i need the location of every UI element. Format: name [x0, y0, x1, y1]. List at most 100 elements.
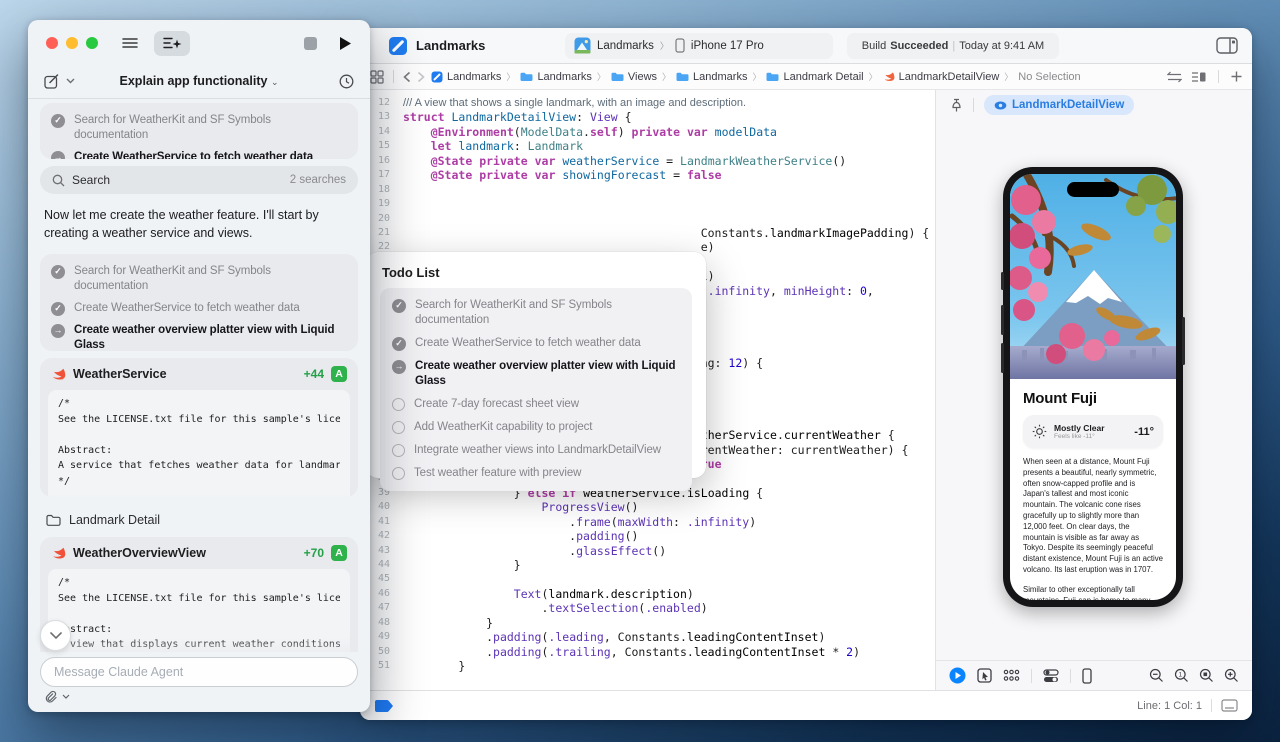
prompt-row: Explain app functionality ⌄: [28, 66, 370, 96]
code-line[interactable]: 45: [360, 572, 935, 586]
preview-device-button[interactable]: [1082, 668, 1092, 684]
code-line[interactable]: 20: [360, 212, 935, 226]
zoom-window-button[interactable]: [86, 37, 98, 49]
editing-mode-icon[interactable]: [1221, 699, 1238, 712]
todo-item[interactable]: Create WeatherService to fetch weather d…: [51, 301, 347, 316]
inspector-toggle-button[interactable]: [1216, 37, 1238, 54]
code-text: ProgressView(): [403, 500, 638, 514]
code-line[interactable]: 13struct LandmarkDetailView: View {: [360, 110, 935, 124]
code-text: @State private var weatherService = Land…: [403, 154, 846, 168]
code-line[interactable]: 49 .padding(.leading, Constants.leadingC…: [360, 630, 935, 644]
breadcrumb-item[interactable]: Landmarks: [520, 71, 591, 83]
search-tool-row[interactable]: Search 2 searches: [40, 166, 358, 194]
code-line[interactable]: 48 }: [360, 616, 935, 630]
device-settings-button[interactable]: [1043, 669, 1059, 683]
todo-item[interactable]: Create WeatherService to fetch weather d…: [51, 150, 347, 159]
stop-button[interactable]: [304, 37, 317, 50]
session-title-dropdown[interactable]: Explain app functionality ⌄: [28, 74, 370, 88]
zoom-in-button[interactable]: [1224, 668, 1239, 683]
todo-item[interactable]: Create 7-day forecast sheet view: [392, 397, 680, 412]
code-line[interactable]: 18: [360, 183, 935, 197]
code-line[interactable]: 42 .padding(): [360, 529, 935, 543]
agent-mode-button[interactable]: [154, 31, 190, 56]
file-group-row[interactable]: Landmark Detail: [46, 513, 160, 527]
add-editor-icon[interactable]: [1231, 71, 1242, 82]
run-button[interactable]: [339, 36, 352, 51]
code-line[interactable]: 15 let landmark: Landmark: [360, 139, 935, 153]
variants-button[interactable]: [1003, 669, 1020, 682]
folder-icon: [676, 72, 689, 82]
phone-volume-up-button: [1001, 305, 1004, 335]
zoom-fit-button[interactable]: [1199, 668, 1214, 683]
code-line[interactable]: 12/// A view that shows a single landmar…: [360, 96, 935, 110]
breadcrumb-item[interactable]: Landmarks: [431, 71, 501, 83]
todo-item[interactable]: Search for WeatherKit and SF Symbols doc…: [51, 264, 347, 294]
code-line[interactable]: 21 Constants.landmarkImagePadding) {: [360, 226, 935, 240]
breadcrumb-item[interactable]: LandmarkDetailView: [883, 71, 1000, 83]
breadcrumb-item[interactable]: Landmark Detail: [766, 71, 863, 83]
scheme-device[interactable]: iPhone 17 Pro: [691, 40, 764, 52]
code-line[interactable]: 47 .textSelection(.enabled): [360, 601, 935, 615]
agent-conversation[interactable]: Search for WeatherKit and SF Symbols doc…: [28, 97, 370, 652]
breadcrumb-item[interactable]: Views: [611, 71, 657, 83]
forward-button[interactable]: [417, 71, 425, 83]
todo-item[interactable]: Test weather feature with preview: [392, 466, 680, 481]
code-line[interactable]: 46 Text(landmark.description): [360, 587, 935, 601]
scheme-target[interactable]: Landmarks: [597, 40, 654, 52]
code-line[interactable]: 19: [360, 197, 935, 211]
run-destination-icon: [675, 38, 685, 53]
paperclip-icon[interactable]: [44, 689, 58, 704]
todo-item[interactable]: Create weather overview platter view wit…: [51, 323, 347, 351]
preview-tab[interactable]: LandmarkDetailView: [984, 95, 1134, 115]
todo-item[interactable]: Create weather overview platter view wit…: [392, 359, 680, 389]
file-change-card[interactable]: WeatherService +44 A /*See the LICENSE.t…: [40, 358, 358, 497]
breadcrumb-item[interactable]: No Selection: [1018, 71, 1080, 83]
breadcrumb-item[interactable]: Landmarks: [676, 71, 747, 83]
message-input[interactable]: [40, 657, 358, 687]
iphone-preview[interactable]: Mount Fuji Mostly Clear Feels like -11° …: [1003, 167, 1183, 607]
breadcrumb-separator: 〉: [506, 70, 515, 83]
selectable-mode-button[interactable]: [977, 668, 992, 683]
activity-viewer[interactable]: Build Succeeded | Today at 9:41 AM: [847, 33, 1059, 59]
todo-item[interactable]: Create WeatherService to fetch weather d…: [392, 336, 680, 351]
code-line[interactable]: 40 ProgressView(): [360, 500, 935, 514]
todo-state-icon: [51, 265, 65, 279]
todo-item[interactable]: Integrate weather views into LandmarkDet…: [392, 443, 680, 458]
weather-platter[interactable]: Mostly Clear Feels like -11° -11°: [1023, 415, 1163, 448]
scheme-selector[interactable]: Landmarks 〉 iPhone 17 Pro: [565, 33, 833, 59]
code-line[interactable]: 41 .frame(maxWidth: .infinity): [360, 515, 935, 529]
source-editor[interactable]: 12/// A view that shows a single landmar…: [360, 90, 935, 690]
scroll-to-bottom-button[interactable]: [40, 620, 71, 651]
back-button[interactable]: [403, 71, 411, 83]
related-items-icon[interactable]: [370, 70, 384, 84]
live-preview-button[interactable]: [949, 667, 966, 684]
todo-item[interactable]: Search for WeatherKit and SF Symbols doc…: [392, 298, 680, 328]
file-change-card[interactable]: WeatherOverviewView +70 A /*See the LICE…: [40, 537, 358, 652]
chevron-down-icon[interactable]: [62, 694, 70, 699]
zoom-100-button[interactable]: 1: [1174, 668, 1189, 683]
code-review-icon[interactable]: [1167, 71, 1182, 83]
minimize-window-button[interactable]: [66, 37, 78, 49]
code-line[interactable]: 43 .glassEffect(): [360, 544, 935, 558]
todo-label: Create weather overview platter view wit…: [74, 323, 347, 351]
close-window-button[interactable]: [46, 37, 58, 49]
todo-item[interactable]: Add WeatherKit capability to project: [392, 420, 680, 435]
landmark-photo: [1010, 174, 1176, 379]
code-line[interactable]: 14 @Environment(ModelData.self) private …: [360, 125, 935, 139]
build-status: Succeeded: [890, 40, 948, 52]
session-list-icon[interactable]: [122, 37, 138, 49]
code-line[interactable]: 16 @State private var weatherService = L…: [360, 154, 935, 168]
todo-item[interactable]: Search for WeatherKit and SF Symbols doc…: [51, 113, 347, 143]
editor-options-icon[interactable]: [1191, 71, 1206, 83]
code-line[interactable]: 51 }: [360, 659, 935, 673]
code-line[interactable]: 50 .padding(.trailing, Constants.leading…: [360, 645, 935, 659]
todo-label: Create WeatherService to fetch weather d…: [74, 301, 347, 316]
code-line[interactable]: 44 }: [360, 558, 935, 572]
code-line[interactable]: 17 @State private var showingForecast = …: [360, 168, 935, 182]
history-clock-icon[interactable]: [339, 74, 354, 89]
bookmark-tag-icon[interactable]: [374, 699, 395, 713]
zoom-out-button[interactable]: [1149, 668, 1164, 683]
landmark-description: When seen at a distance, Mount Fuji pres…: [1023, 457, 1163, 600]
pin-icon[interactable]: [950, 98, 963, 113]
description-paragraph: When seen at a distance, Mount Fuji pres…: [1023, 457, 1163, 576]
